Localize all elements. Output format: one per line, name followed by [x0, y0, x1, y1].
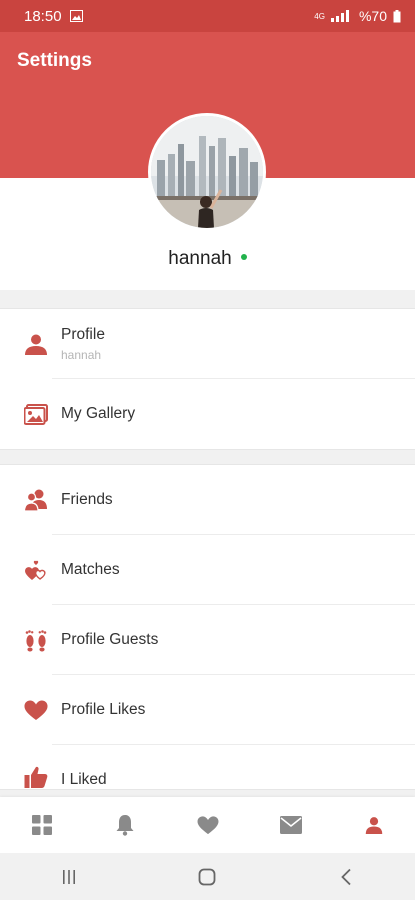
- dashboard-icon: [31, 815, 52, 835]
- network-type: 4G: [314, 11, 325, 21]
- menu-item-label: Profile: [61, 326, 105, 343]
- status-bar: 18:50 4G %70: [0, 0, 415, 32]
- nav-messages[interactable]: [269, 803, 313, 847]
- recents-icon: [63, 869, 76, 884]
- system-nav-bar: [0, 853, 415, 900]
- avatar-photo: [151, 116, 263, 228]
- battery-level: %70: [358, 8, 387, 24]
- menu-item-sublabel: hannah: [61, 348, 102, 362]
- nav-likes[interactable]: [186, 803, 230, 847]
- gallery-icon: [24, 404, 48, 425]
- battery-icon: [393, 9, 401, 22]
- avatar[interactable]: [148, 113, 266, 231]
- person-icon: [365, 817, 382, 834]
- footprints-icon: [25, 630, 47, 652]
- page-title: Settings: [17, 50, 92, 71]
- bottom-nav: [0, 797, 415, 853]
- menu-item-label: Profile Likes: [61, 701, 146, 718]
- menu-item-label: Matches: [61, 561, 120, 578]
- nav-notifications[interactable]: [103, 803, 147, 847]
- thumbs-up-icon: [24, 766, 48, 788]
- status-time: 18:50: [24, 7, 62, 25]
- back-icon: [341, 868, 351, 885]
- app-bar: Settings: [0, 32, 415, 90]
- image-notification-icon: [69, 10, 83, 22]
- nav-dashboard[interactable]: [20, 803, 64, 847]
- mail-icon: [279, 816, 302, 834]
- menu-item-friends[interactable]: Friends: [0, 465, 415, 535]
- menu-item-label: My Gallery: [61, 405, 136, 422]
- menu-item-profile-guests[interactable]: Profile Guests: [0, 605, 415, 675]
- friends-icon: [24, 489, 47, 512]
- home-icon: [199, 868, 216, 885]
- menu-group-account: Profile hannah My Gallery: [0, 308, 415, 450]
- menu-item-profile[interactable]: Profile hannah: [0, 309, 415, 379]
- signal-icon: [330, 10, 349, 22]
- menu-item-label: I Liked: [61, 771, 107, 788]
- bell-icon: [116, 815, 133, 836]
- menu-group-social: Friends Matches Profile Guests Profile L…: [0, 464, 415, 790]
- home-button[interactable]: [177, 857, 237, 897]
- heart-icon: [197, 816, 218, 835]
- menu-item-profile-likes[interactable]: Profile Likes: [0, 675, 415, 745]
- menu-item-matches[interactable]: Matches: [0, 535, 415, 605]
- menu-item-label: Friends: [61, 491, 113, 508]
- online-status-dot: [240, 253, 247, 260]
- profile-name-row: hannah: [0, 248, 415, 270]
- profile-name: hannah: [168, 248, 232, 269]
- matches-icon: [25, 560, 46, 580]
- menu-item-label: Profile Guests: [61, 631, 159, 648]
- nav-profile[interactable]: [352, 803, 396, 847]
- back-button[interactable]: [316, 857, 376, 897]
- menu-item-i-liked[interactable]: I Liked: [0, 745, 415, 789]
- heart-icon: [24, 700, 48, 720]
- menu-item-my-gallery[interactable]: My Gallery: [0, 379, 415, 449]
- person-icon: [25, 334, 47, 355]
- recents-button[interactable]: [39, 857, 99, 897]
